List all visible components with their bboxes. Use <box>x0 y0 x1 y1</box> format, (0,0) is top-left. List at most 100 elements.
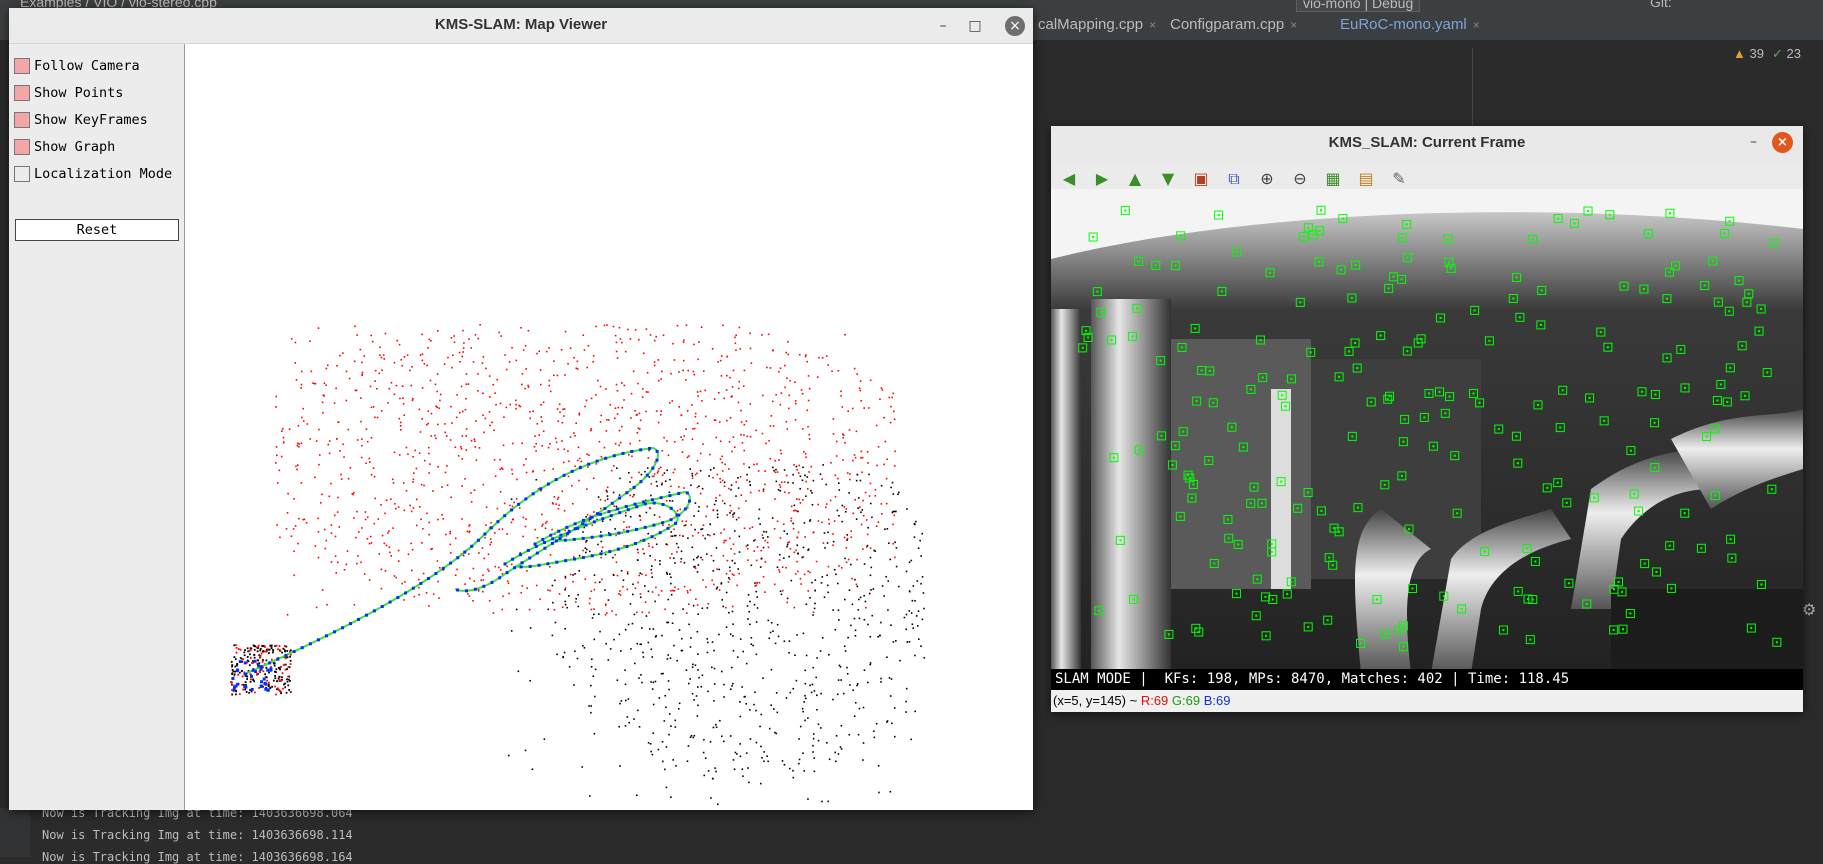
feature-point <box>1249 502 1252 505</box>
pipe <box>1051 309 1081 673</box>
map-point <box>259 654 262 657</box>
show-points-checkbox[interactable]: Show Points <box>14 83 123 103</box>
checkbox-label: Follow Camera <box>34 58 140 74</box>
map-point <box>499 468 501 471</box>
map-point <box>527 329 530 332</box>
reference-point <box>880 484 883 487</box>
pan-left-icon[interactable]: ◀ <box>1059 169 1079 189</box>
copy-icon[interactable]: ▤ <box>1356 169 1376 189</box>
close-icon[interactable]: × <box>1149 18 1156 32</box>
map-point <box>449 439 452 441</box>
titlebar[interactable]: KMS-SLAM: Map Viewer – □ × <box>9 8 1033 44</box>
reference-point <box>760 745 762 748</box>
map-point <box>541 525 543 527</box>
map-point <box>721 500 724 502</box>
zoom-fit-icon[interactable]: ▣ <box>1191 169 1211 189</box>
localization-mode-checkbox[interactable]: Localization Mode <box>14 164 172 184</box>
map-point <box>525 368 527 370</box>
reference-point <box>723 683 725 686</box>
feature-point <box>1137 260 1140 263</box>
checkbox-box[interactable] <box>14 139 30 155</box>
map-point <box>400 429 402 431</box>
map-point <box>342 443 344 446</box>
feature-point <box>1760 307 1763 310</box>
show-keyframes-checkbox[interactable]: Show KeyFrames <box>14 110 148 130</box>
feature-point <box>1714 427 1717 430</box>
feature-point <box>1402 645 1405 648</box>
checkbox-box[interactable] <box>14 166 30 182</box>
map-point <box>250 678 252 681</box>
map-point <box>468 595 471 597</box>
reference-point <box>728 566 731 569</box>
feature-point <box>1135 307 1138 310</box>
map-point <box>840 395 842 397</box>
zoom-original-icon[interactable]: ⧉ <box>1224 169 1244 189</box>
map-point <box>235 646 238 649</box>
checkbox-box[interactable] <box>14 112 30 128</box>
tab-euroc-mono-yaml[interactable]: EuRoC-mono.yaml × <box>1340 16 1480 33</box>
close-icon[interactable]: × <box>1473 18 1480 32</box>
tab-localmapping[interactable]: calMapping.cpp × <box>1038 16 1156 33</box>
reference-point <box>701 487 704 490</box>
reference-point <box>854 578 856 581</box>
map-point <box>259 656 262 659</box>
map-point <box>286 613 289 616</box>
gear-icon[interactable]: ⚙ <box>1802 600 1816 619</box>
reset-button[interactable]: Reset <box>15 219 179 241</box>
keyframe <box>604 456 608 460</box>
feature-point <box>1539 323 1542 326</box>
map-point <box>368 542 371 545</box>
map-3d-view[interactable] <box>185 44 1033 810</box>
map-point <box>660 590 663 592</box>
map-point <box>248 691 251 694</box>
map-point <box>623 384 626 387</box>
map-point <box>333 402 336 404</box>
titlebar[interactable]: KMS_SLAM: Current Frame – × <box>1051 126 1803 163</box>
close-icon[interactable]: × <box>1290 18 1297 32</box>
map-point <box>425 591 428 594</box>
checkbox-box[interactable] <box>14 85 30 101</box>
pan-down-icon[interactable]: ▼ <box>1158 169 1178 189</box>
camera-frame-image[interactable] <box>1051 189 1803 673</box>
reference-point <box>792 522 795 525</box>
map-point <box>735 481 738 483</box>
map-point <box>415 498 418 501</box>
close-button[interactable]: × <box>1772 132 1793 153</box>
reference-point <box>700 528 702 531</box>
map-point <box>444 431 447 434</box>
map-point <box>593 588 596 591</box>
pan-right-icon[interactable]: ▶ <box>1092 169 1112 189</box>
map-point <box>892 410 895 413</box>
checkbox-box[interactable] <box>14 58 30 74</box>
reference-point <box>708 475 710 477</box>
reference-point <box>889 695 892 697</box>
map-point <box>681 439 684 441</box>
save-icon[interactable]: ▦ <box>1323 169 1343 189</box>
maximize-button[interactable]: □ <box>965 16 985 36</box>
map-point <box>630 417 632 419</box>
reference-point <box>582 531 584 533</box>
close-button[interactable]: × <box>1005 16 1025 36</box>
reference-point <box>701 674 704 677</box>
map-point <box>488 599 491 602</box>
keyframe <box>257 664 261 668</box>
zoom-out-icon[interactable]: ⊖ <box>1290 169 1310 189</box>
show-graph-checkbox[interactable]: Show Graph <box>14 137 115 157</box>
tab-configparam[interactable]: Configparam.cpp × <box>1170 16 1297 33</box>
map-point <box>412 397 414 400</box>
inspection-summary[interactable]: ▲ 39 ✓ 23 <box>1733 46 1801 62</box>
follow-camera-checkbox[interactable]: Follow Camera <box>14 56 140 76</box>
minimize-button[interactable]: – <box>1750 134 1757 150</box>
minimize-button[interactable]: – <box>933 16 953 36</box>
map-point <box>749 347 752 350</box>
map-point <box>520 591 523 594</box>
map-point <box>285 528 288 530</box>
pan-up-icon[interactable]: ▲ <box>1125 169 1145 189</box>
zoom-in-icon[interactable]: ⊕ <box>1257 169 1277 189</box>
map-point <box>263 646 266 648</box>
map-point <box>246 656 249 658</box>
properties-icon[interactable]: ✎ <box>1389 169 1409 189</box>
run-configuration-select[interactable]: vio-mono | Debug <box>1296 0 1421 12</box>
map-point <box>490 521 492 524</box>
map-point <box>634 409 636 412</box>
